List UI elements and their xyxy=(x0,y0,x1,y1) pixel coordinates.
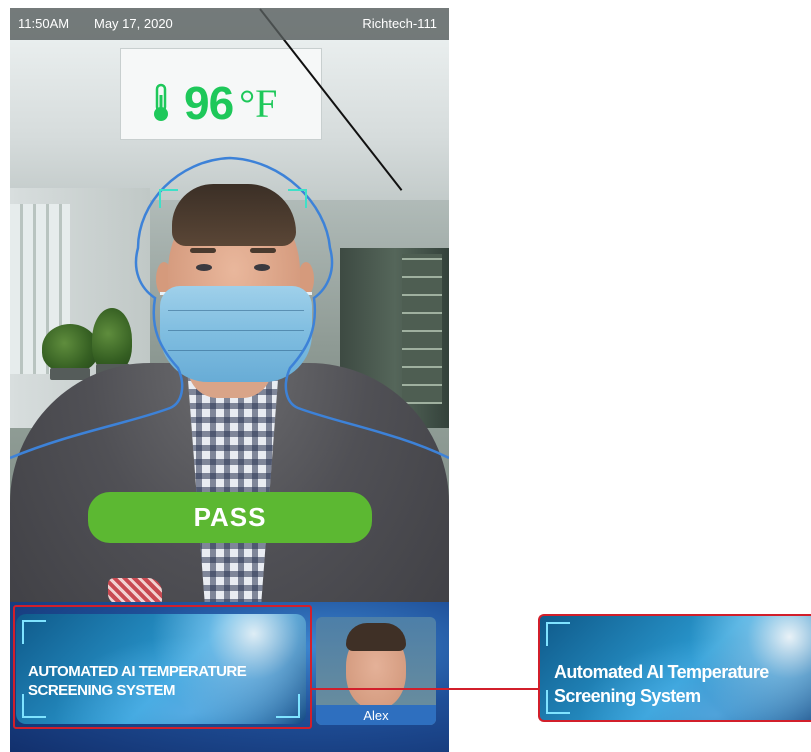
bracket-top-left xyxy=(159,189,178,208)
avatar-hair xyxy=(346,623,406,651)
recognized-person-card: Alex xyxy=(316,617,436,725)
device-name: Richtech-111 xyxy=(362,16,437,31)
status-time: 11:50AM xyxy=(18,16,70,31)
callout-title-line2: Screening System xyxy=(554,686,701,706)
banner-highlight-frame xyxy=(13,605,312,729)
thermometer-icon xyxy=(154,83,168,121)
temperature-value: 96 xyxy=(184,77,234,129)
callout-title: Automated AI Temperature Screening Syste… xyxy=(554,660,811,708)
head-silhouette-outline xyxy=(10,156,449,460)
face-detection-brackets xyxy=(159,189,307,208)
status-date: May 17, 2020 xyxy=(94,16,173,31)
callout-corner-bracket xyxy=(546,622,570,646)
status-bar: 11:50AM May 17, 2020 Richtech-111 xyxy=(10,8,449,40)
temperature-unit: °F xyxy=(239,80,278,126)
pass-result-badge: PASS xyxy=(88,492,372,543)
callout-connector-line xyxy=(310,688,540,690)
callout-zoom-banner: Automated AI Temperature Screening Syste… xyxy=(538,614,811,722)
callout-title-line1: Automated AI Temperature xyxy=(554,662,769,682)
recognized-person-name: Alex xyxy=(316,705,436,725)
temperature-readout: 96 °F xyxy=(150,77,278,129)
